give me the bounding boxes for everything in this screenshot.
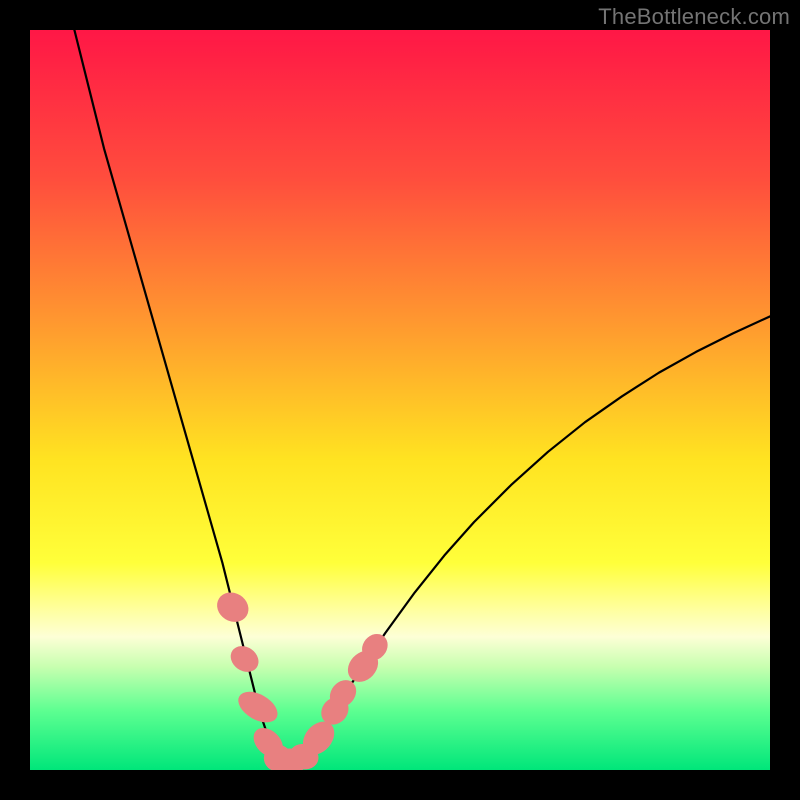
watermark-text: TheBottleneck.com [598, 4, 790, 30]
chart-svg [30, 30, 770, 770]
gradient-background [30, 30, 770, 770]
chart-plot-area [30, 30, 770, 770]
